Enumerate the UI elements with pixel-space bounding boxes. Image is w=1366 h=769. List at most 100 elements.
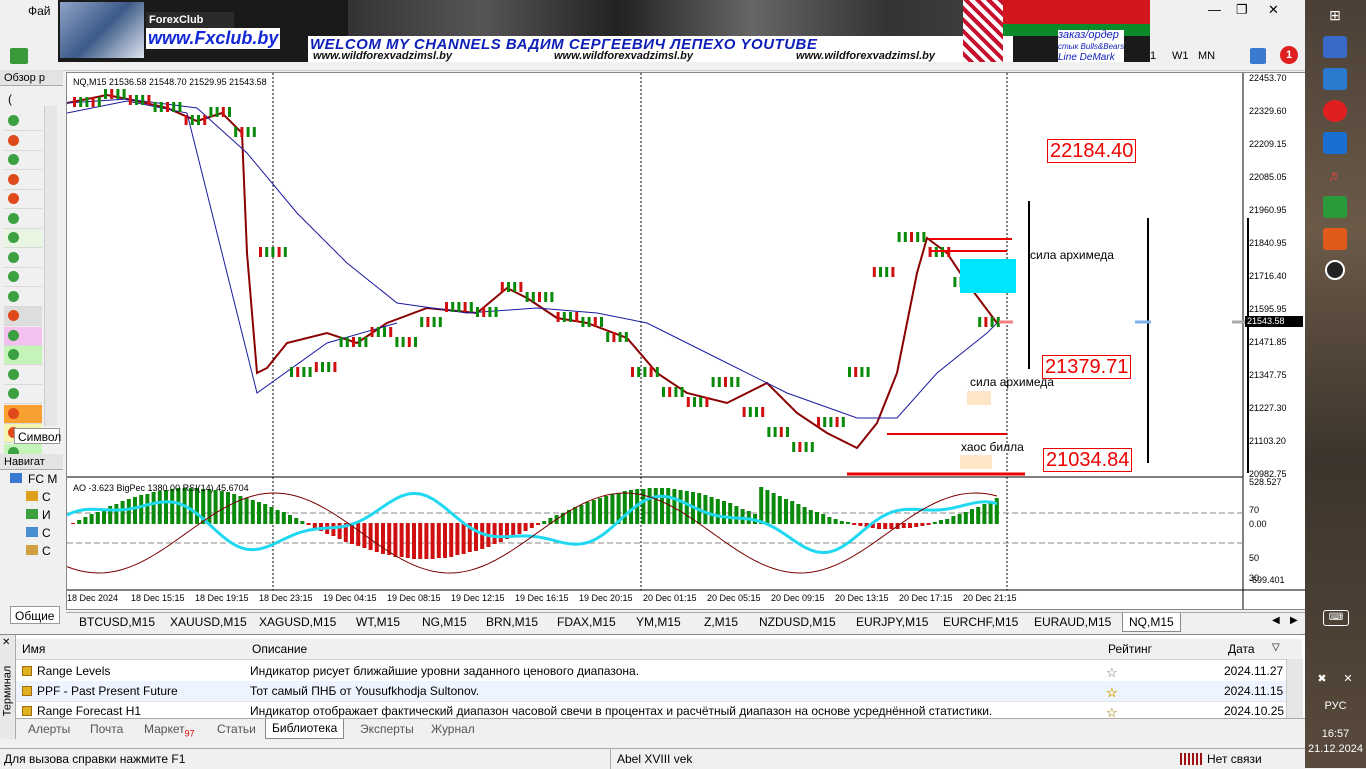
symbol-tab-item[interactable]: XAUUSD,M15	[170, 615, 247, 629]
market-watch-row[interactable]	[4, 307, 42, 326]
symbol-tab[interactable]: Символ	[14, 428, 61, 444]
minimize-icon[interactable]: —	[1208, 2, 1221, 17]
terminal-close-icon[interactable]: ✕	[2, 637, 10, 648]
scroll-arrow-icon[interactable]: (	[8, 92, 12, 106]
ao-bar	[306, 523, 311, 525]
market-watch-row[interactable]	[4, 151, 42, 170]
symbol-tab-item[interactable]: EURAUD,M15	[1034, 615, 1111, 629]
candle	[841, 417, 845, 427]
col-name[interactable]: Имя	[22, 642, 45, 656]
paint-icon[interactable]	[1323, 132, 1347, 154]
nav-item[interactable]: C	[10, 490, 64, 508]
outlook-icon[interactable]	[1323, 68, 1347, 90]
symbol-tab-item[interactable]: BRN,M15	[486, 615, 538, 629]
restore-icon[interactable]: ❐	[1236, 2, 1248, 18]
col-desc[interactable]: Описание	[252, 642, 307, 656]
keyboard-icon[interactable]: ⌨	[1323, 610, 1349, 626]
speaker-icon[interactable]: ♬	[1323, 164, 1347, 186]
market-watch-row[interactable]	[4, 190, 42, 209]
status-profile[interactable]: Abel XVIII vek	[617, 752, 692, 766]
symbol-tab-item[interactable]: FDAX,M15	[557, 615, 616, 629]
terminal-scrollbar[interactable]	[1286, 659, 1303, 719]
nav-item[interactable]: C	[10, 544, 64, 562]
candle	[593, 317, 597, 327]
clock-date[interactable]: 21.12.2024	[1305, 743, 1366, 755]
ad-banner[interactable]: ForexClub www.Fxclub.by WELCOM MY CHANNE…	[58, 0, 1150, 62]
timeframe-m1[interactable]: 1	[1150, 50, 1156, 62]
tab-alerts[interactable]: Алерты	[28, 722, 70, 736]
ao-bar	[945, 519, 950, 524]
tab-articles[interactable]: Статьи	[217, 722, 256, 736]
language-indicator[interactable]: РУС	[1305, 700, 1366, 712]
market-watch-row[interactable]	[4, 326, 42, 346]
general-tab[interactable]: Общие	[10, 606, 60, 624]
volume-mute-icon[interactable]: ✕	[1339, 668, 1357, 690]
record-icon[interactable]	[1325, 260, 1345, 280]
market-watch-row[interactable]	[4, 229, 42, 248]
calculator-icon[interactable]	[1323, 196, 1347, 218]
desktop-icon[interactable]	[1323, 36, 1347, 58]
symbol-tab-item[interactable]: NG,M15	[422, 615, 467, 629]
tab-scroll-left-icon[interactable]: ◀	[1272, 615, 1280, 626]
row-desc: Индикатор отображает фактический диапазо…	[250, 704, 993, 718]
symbol-tab-item[interactable]: NQ,M15	[1122, 613, 1181, 632]
market-watch-row[interactable]	[4, 132, 42, 151]
symbol-tab-item[interactable]: EURJPY,M15	[856, 615, 928, 629]
col-rating[interactable]: Рейтинг	[1108, 642, 1152, 656]
market-watch-row[interactable]	[4, 210, 42, 229]
chart-window[interactable]: NQ,M15 21536.58 21548.70 21529.95 21543.…	[66, 72, 1306, 610]
symbol-tab-item[interactable]: Z,M15	[704, 615, 738, 629]
tab-market[interactable]: Маркет97	[144, 722, 195, 738]
clock-time[interactable]: 16:57	[1305, 728, 1366, 740]
tab-journal[interactable]: Журнал	[431, 722, 475, 736]
ao-bar	[523, 523, 528, 531]
market-watch-row[interactable]	[4, 366, 42, 385]
status-connection[interactable]: Нет связи	[1207, 752, 1262, 766]
notification-badge[interactable]: 1	[1280, 46, 1298, 64]
menu-file[interactable]: Фай	[28, 4, 51, 18]
market-watch-row[interactable]	[4, 346, 42, 365]
nav-item[interactable]: И	[10, 508, 64, 526]
library-row[interactable]: Range Levels Индикатор рисует ближайшие у…	[16, 661, 1286, 682]
symbol-tab-item[interactable]: WT,M15	[356, 615, 400, 629]
symbol-tab-item[interactable]: BTCUSD,M15	[79, 615, 155, 629]
candle	[978, 317, 982, 327]
price-tick: 21960.95	[1249, 205, 1287, 215]
symbol-tab-item[interactable]: EURCHF,M15	[943, 615, 1018, 629]
nav-root[interactable]: FC M	[10, 472, 64, 490]
market-watch-row[interactable]	[4, 268, 42, 287]
symbol-tab-item[interactable]: XAGUSD,M15	[259, 615, 336, 629]
tab-experts[interactable]: Эксперты	[360, 722, 414, 736]
tab-library[interactable]: Библиотека	[265, 719, 345, 739]
market-watch-row[interactable]	[4, 404, 42, 424]
col-date[interactable]: Дата	[1228, 642, 1255, 656]
market-watch-scrollbar[interactable]	[44, 106, 57, 426]
indicator-tick: 528.527	[1249, 477, 1282, 487]
market-watch-row[interactable]	[4, 385, 42, 404]
navigator-header[interactable]: Навигат	[0, 454, 63, 470]
mt4-icon[interactable]	[1323, 228, 1347, 250]
market-watch-row[interactable]	[4, 171, 42, 190]
search-icon[interactable]	[1250, 48, 1266, 64]
timeframe-w1[interactable]: W1	[1172, 50, 1189, 62]
windows-start-icon[interactable]: ⊞	[1323, 4, 1347, 26]
market-watch-row[interactable]	[4, 249, 42, 268]
nav-item[interactable]: C	[10, 526, 64, 544]
market-watch-header[interactable]: Обзор р	[0, 70, 63, 86]
tab-scroll-right-icon[interactable]: ▶	[1290, 615, 1298, 626]
symbol-tab-item[interactable]: YM,M15	[636, 615, 681, 629]
time-tick: 20 Dec 13:15	[835, 593, 889, 603]
network-off-icon[interactable]: ✖	[1313, 668, 1331, 690]
candle	[445, 302, 448, 312]
library-row[interactable]: PPF - Past Present Future Тот самый ПНБ о…	[16, 681, 1286, 702]
close-icon[interactable]: ✕	[1268, 2, 1279, 18]
symbol-tab-item[interactable]: NZDUSD,M15	[759, 615, 836, 629]
timeframe-mn[interactable]: MN	[1198, 50, 1215, 62]
market-watch-row[interactable]	[4, 288, 42, 307]
market-watch-row[interactable]	[4, 112, 42, 131]
tab-mail[interactable]: Почта	[90, 722, 123, 736]
sort-icon[interactable]: ▽	[1272, 642, 1280, 653]
opera-icon[interactable]	[1323, 100, 1347, 122]
new-chart-icon[interactable]	[10, 48, 28, 64]
candle	[662, 387, 665, 397]
